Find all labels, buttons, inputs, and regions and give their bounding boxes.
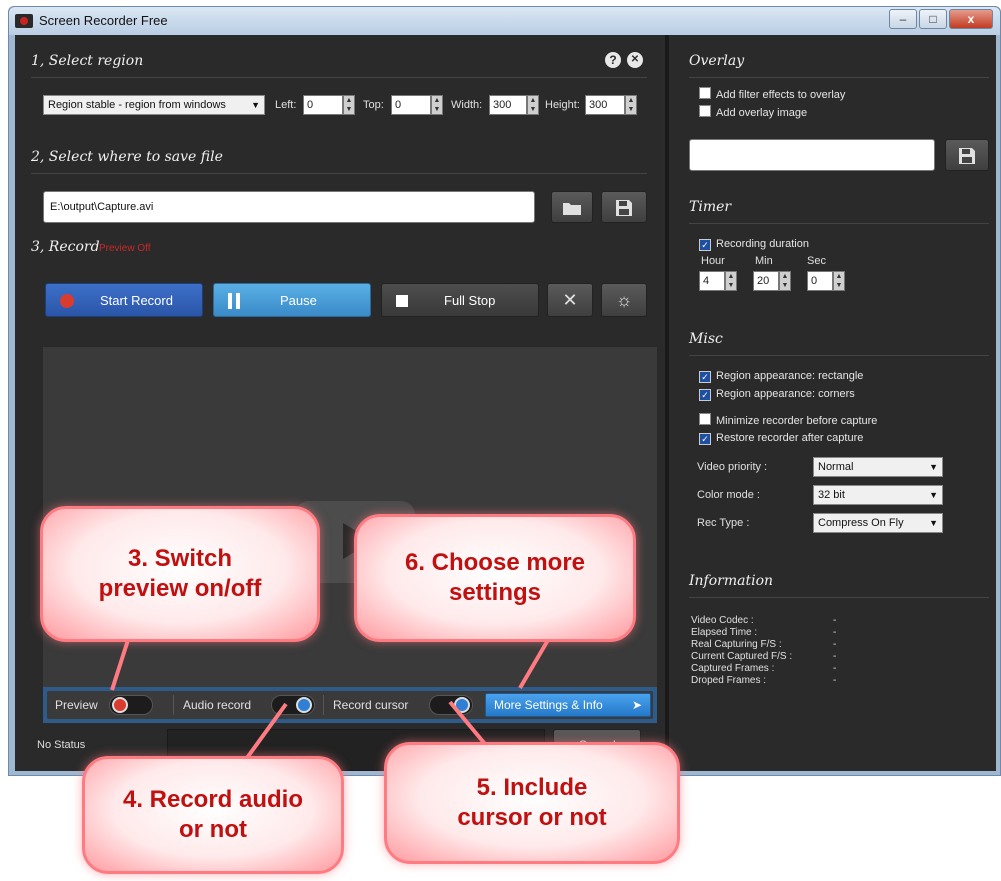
callout-record-audio: 4. Record audio or not: [82, 756, 344, 874]
callout-switch-preview: 3. Switch preview on/off: [40, 506, 320, 642]
callout-4-pointer: [242, 702, 288, 764]
callout-6-pointer: [518, 638, 550, 690]
callout-3-pointer: [110, 639, 130, 691]
callout-include-cursor: 5. Include cursor or not: [384, 742, 680, 864]
callout-more-settings: 6. Choose more settings: [354, 514, 636, 642]
